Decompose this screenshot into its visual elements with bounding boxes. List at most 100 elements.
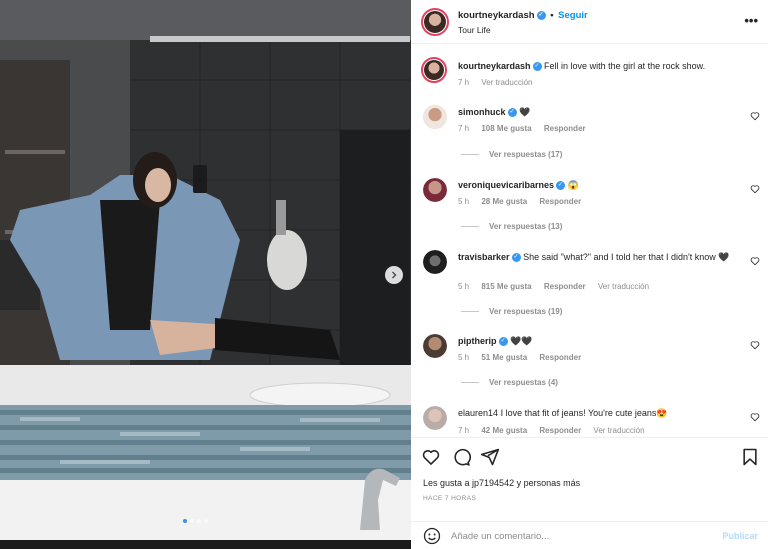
verified-icon: ✓	[532, 62, 542, 72]
replies-divider	[461, 154, 479, 156]
post-header: kourtneykardash ✓ • Seguir Tour Life •••	[411, 0, 768, 44]
post-actions: Les gusta a jp7194542 y personas más HAC…	[411, 437, 768, 549]
share-icon[interactable]	[480, 447, 500, 467]
publish-button[interactable]: Publicar	[722, 531, 758, 541]
commenter-avatar[interactable]	[423, 334, 447, 358]
comment-username[interactable]: travisbarker	[458, 252, 510, 262]
view-replies-label: Ver respuestas (17)	[489, 150, 563, 159]
reply-button[interactable]: Responder	[544, 124, 586, 133]
comment-likes[interactable]: 51 Me gusta	[481, 353, 527, 362]
reply-button[interactable]: Responder	[544, 282, 586, 291]
verified-icon: ✓	[536, 10, 546, 20]
comment-input[interactable]	[451, 528, 711, 544]
commenter-avatar[interactable]	[423, 250, 447, 274]
carousel-dot	[197, 519, 201, 523]
replies-divider	[461, 311, 479, 313]
post-side-panel: kourtneykardash ✓ • Seguir Tour Life ••• …	[411, 0, 768, 549]
add-comment-bar: Publicar	[411, 521, 768, 549]
comment-username[interactable]: elauren14	[458, 408, 498, 418]
comment-username[interactable]: veroniquevicaribarnes	[458, 180, 554, 190]
comment-like-heart-icon[interactable]	[750, 412, 760, 422]
reply-button[interactable]: Responder	[539, 353, 581, 362]
comment-text: 🖤	[519, 107, 531, 117]
post-photo	[0, 0, 411, 549]
verified-icon: ✓	[511, 253, 521, 263]
comment-like-heart-icon[interactable]	[750, 111, 760, 121]
verified-icon: ✓	[556, 181, 566, 191]
caption-meta: 7 h Ver traducción	[458, 78, 543, 87]
comment-likes[interactable]: 42 Me gusta	[481, 426, 527, 435]
comment-time: 7 h	[458, 124, 470, 133]
comment-like-heart-icon[interactable]	[750, 256, 760, 266]
carousel-next-button[interactable]	[385, 266, 403, 284]
view-replies-label: Ver respuestas (19)	[489, 307, 563, 316]
comment-likes[interactable]: 815 Me gusta	[481, 282, 531, 291]
caption-time: 7 h	[458, 78, 470, 87]
comment-text: She said "what?" and I told her that I d…	[523, 252, 730, 262]
follow-button[interactable]: Seguir	[558, 10, 588, 21]
view-replies-label: Ver respuestas (13)	[489, 222, 563, 231]
commenter-avatar[interactable]	[423, 178, 447, 202]
comment-username[interactable]: piptherip	[458, 336, 497, 346]
carousel-dot	[190, 519, 194, 523]
comment-meta: 7 h 42 Me gusta Responder Ver traducción	[458, 426, 655, 435]
commenter-avatar[interactable]	[423, 406, 447, 430]
carousel-dot	[204, 519, 208, 523]
carousel-dot	[183, 519, 187, 523]
comment-text-row: piptherip ✓ 🖤🖤	[458, 335, 738, 348]
post-location[interactable]: Tour Life	[458, 25, 491, 35]
comment-like-heart-icon[interactable]	[750, 184, 760, 194]
replies-divider	[461, 226, 479, 228]
emoji-icon[interactable]	[423, 527, 441, 545]
likes-summary[interactable]: Les gusta a jp7194542 y personas más	[423, 478, 580, 488]
see-translation-link[interactable]: Ver traducción	[598, 282, 649, 291]
comment-likes[interactable]: 28 Me gusta	[481, 197, 527, 206]
comment-text-row: travisbarker ✓ She said "what?" and I tol…	[458, 251, 738, 264]
comment-text: 😱	[567, 180, 579, 190]
comment-time: 7 h	[458, 426, 470, 435]
comment-meta: 5 h 815 Me gusta Responder Ver traducció…	[458, 282, 659, 291]
view-replies-link[interactable]: Ver respuestas (13)	[461, 222, 562, 231]
comment-time: 5 h	[458, 197, 470, 206]
reply-button[interactable]: Responder	[539, 197, 581, 206]
comment-time: 5 h	[458, 353, 470, 362]
comment-username[interactable]: simonhuck	[458, 107, 506, 117]
comment-icon[interactable]	[451, 447, 471, 467]
see-translation-link[interactable]: Ver traducción	[481, 78, 532, 87]
verified-icon: ✓	[498, 337, 508, 347]
verified-icon: ✓	[507, 108, 517, 118]
see-translation-link[interactable]: Ver traducción	[593, 426, 644, 435]
comment-meta: 5 h 28 Me gusta Responder	[458, 197, 591, 206]
comment-time: 5 h	[458, 282, 470, 291]
author-username[interactable]: kourtneykardash	[458, 10, 535, 21]
bookmark-icon[interactable]	[740, 447, 760, 467]
comment-meta: 7 h 108 Me gusta Responder	[458, 124, 596, 133]
view-replies-link[interactable]: Ver respuestas (17)	[461, 150, 562, 159]
carousel-indicator	[183, 519, 208, 523]
author-name-row: kourtneykardash ✓ • Seguir	[458, 10, 588, 21]
view-replies-link[interactable]: Ver respuestas (19)	[461, 307, 562, 316]
replies-divider	[461, 382, 479, 384]
comment-likes[interactable]: 108 Me gusta	[481, 124, 531, 133]
comment-text: 🖤🖤	[510, 336, 533, 346]
comments-list[interactable]: kourtneykardash ✓ Fell in love with the g…	[411, 45, 768, 436]
comment-text-row: elauren14 I love that fit of jeans! You'…	[458, 407, 738, 420]
author-avatar[interactable]	[421, 8, 449, 36]
separator-dot: •	[550, 10, 554, 21]
caption-username[interactable]: kourtneykardash	[458, 61, 531, 71]
post-timestamp: HACE 7 HORAS	[423, 495, 477, 502]
chevron-right-icon	[392, 271, 397, 279]
more-options-icon[interactable]: •••	[744, 13, 758, 28]
caption-text-row: kourtneykardash ✓ Fell in love with the g…	[458, 60, 738, 73]
comment-like-heart-icon[interactable]	[750, 340, 760, 350]
post-image	[0, 0, 411, 549]
author-avatar[interactable]	[421, 57, 447, 83]
reply-button[interactable]: Responder	[539, 426, 581, 435]
caption-text: Fell in love with the girl at the rock s…	[544, 61, 706, 71]
comment-text-row: simonhuck ✓ 🖤	[458, 106, 738, 119]
commenter-avatar[interactable]	[423, 105, 447, 129]
view-replies-link[interactable]: Ver respuestas (4)	[461, 378, 558, 387]
comment-meta: 5 h 51 Me gusta Responder	[458, 353, 591, 362]
comment-text: I love that fit of jeans! You're cute je…	[500, 408, 668, 418]
heart-icon[interactable]	[421, 447, 441, 467]
